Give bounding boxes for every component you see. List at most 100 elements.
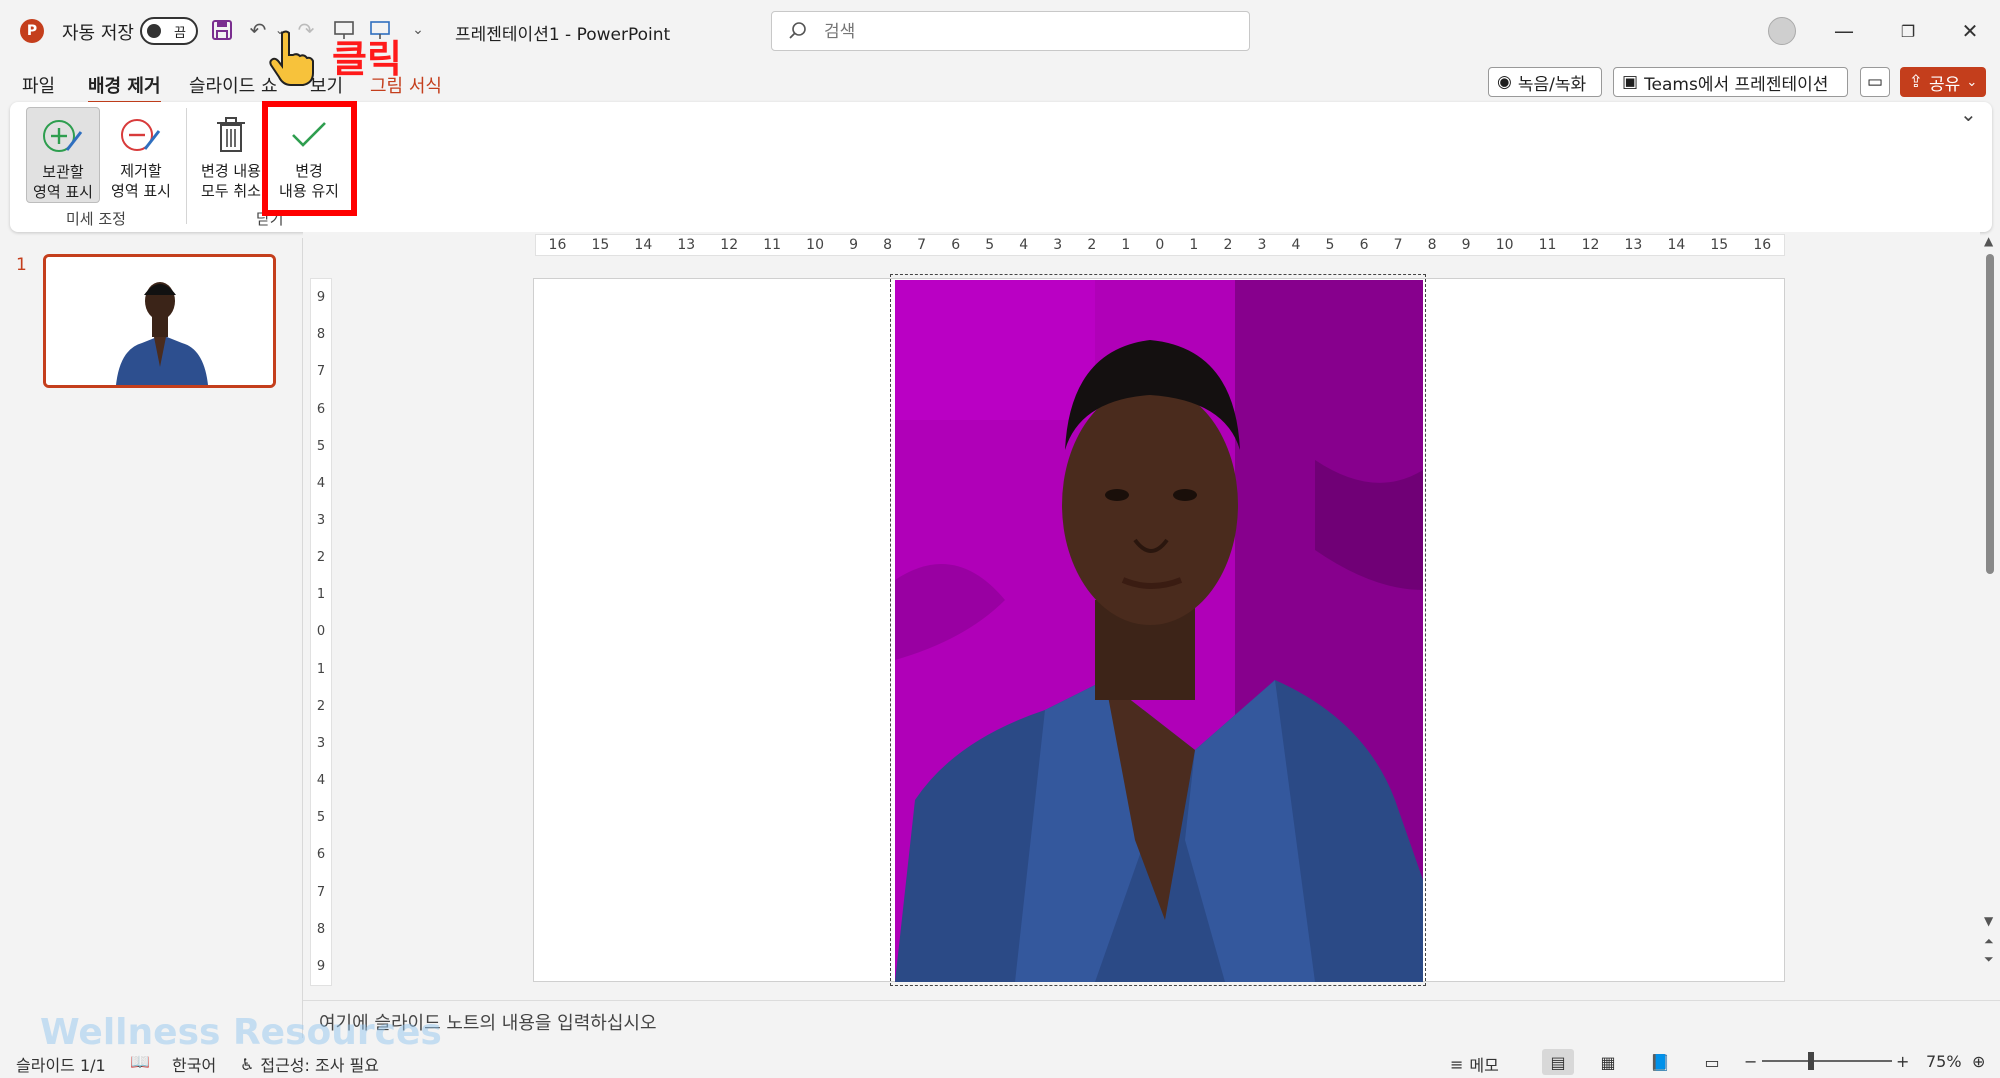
ruler-tick-label: 10: [1495, 237, 1514, 253]
minimize-icon[interactable]: —: [1824, 14, 1864, 48]
discard-all-label: 변경 내용 모두 취소: [201, 162, 261, 200]
previous-slide-icon[interactable]: ⏶: [1984, 934, 1994, 949]
next-slide-icon[interactable]: ⏷: [1984, 952, 1994, 967]
ruler-tick-label: 13: [1624, 237, 1643, 253]
restore-icon[interactable]: ❐: [1888, 14, 1928, 48]
annotation-text: 클릭: [332, 37, 402, 81]
teams-icon: ▣: [1622, 72, 1639, 92]
tab-background-removal[interactable]: 배경 제거: [88, 72, 161, 104]
teams-present-button[interactable]: ▣ Teams에서 프레젠테이션: [1613, 67, 1848, 97]
ruler-tick-label: 8: [883, 237, 893, 253]
zoom-slider[interactable]: [1762, 1060, 1892, 1062]
tab-file[interactable]: 파일: [22, 72, 55, 98]
ruler-tick-label: 1: [1121, 237, 1131, 253]
discard-all-changes-button[interactable]: 변경 내용 모두 취소: [194, 107, 268, 203]
ruler-tick-label: 3: [316, 513, 326, 529]
record-button[interactable]: ◉ 녹음/녹화: [1488, 67, 1602, 97]
ribbon-collapse-icon[interactable]: ⌄: [1960, 102, 1977, 126]
ruler-tick-label: 11: [763, 237, 782, 253]
record-label: 녹음/녹화: [1517, 74, 1587, 95]
ruler-tick-label: 7: [316, 884, 326, 900]
ruler-tick-label: 14: [634, 237, 653, 253]
status-bar: 슬라이드 1/1 📖 한국어 ♿ 접근성: 조사 필요 ≡ 메모 ▤ ▦ 📘 ▭…: [0, 1046, 2000, 1078]
ruler-tick-label: 3: [1053, 237, 1063, 253]
ruler-tick-label: 4: [1291, 237, 1301, 253]
language-status[interactable]: 한국어: [172, 1052, 216, 1076]
ruler-tick-label: 1: [316, 587, 326, 603]
group-label-refine: 미세 조정: [66, 210, 126, 228]
record-icon: ◉: [1497, 72, 1512, 92]
autosave-toggle[interactable]: 끔: [140, 17, 198, 45]
zoom-out-icon[interactable]: −: [1744, 1052, 1757, 1071]
ruler-tick-label: 15: [1710, 237, 1729, 253]
mark-remove-label: 제거할 영역 표시: [111, 162, 171, 200]
ruler-tick-label: 4: [316, 475, 326, 491]
ruler-tick-label: 12: [1581, 237, 1600, 253]
trash-icon: [217, 117, 245, 152]
comment-icon: ▭: [1866, 72, 1884, 92]
ruler-tick-label: 4: [1019, 237, 1029, 253]
vertical-scrollbar[interactable]: ▲ ▼ ⏶ ⏷: [1982, 234, 1998, 974]
ruler-tick-label: 2: [316, 550, 326, 566]
search-box[interactable]: [771, 11, 1250, 51]
ruler-tick-label: 0: [1155, 237, 1165, 253]
close-icon[interactable]: ✕: [1950, 14, 1990, 48]
ruler-tick-label: 14: [1667, 237, 1686, 253]
zoom-in-icon[interactable]: +: [1896, 1052, 1909, 1071]
ruler-tick-label: 7: [1393, 237, 1403, 253]
scrollbar-thumb[interactable]: [1986, 254, 1994, 574]
normal-view-icon[interactable]: ▤: [1542, 1049, 1574, 1075]
slide-thumbnail[interactable]: [43, 254, 276, 388]
mark-remove-icon: [121, 119, 161, 151]
slideshow-view-icon[interactable]: ▭: [1696, 1049, 1728, 1075]
accessibility-status[interactable]: ♿ 접근성: 조사 필요: [240, 1052, 379, 1076]
search-icon: [789, 22, 806, 39]
fit-slide-icon[interactable]: ⊕: [1972, 1052, 1985, 1071]
ruler-tick-label: 5: [316, 438, 326, 454]
mark-areas-to-keep-button[interactable]: 보관할 영역 표시: [26, 107, 100, 203]
share-button[interactable]: ⇪ 공유 ⌄: [1900, 67, 1986, 97]
reading-view-icon[interactable]: 📘: [1644, 1049, 1676, 1075]
user-avatar-icon[interactable]: [1768, 17, 1796, 45]
zoom-slider-thumb[interactable]: [1808, 1052, 1814, 1070]
slide-sorter-icon[interactable]: ▦: [1592, 1049, 1624, 1075]
ruler-tick-label: 11: [1538, 237, 1557, 253]
ruler-tick-label: 16: [1753, 237, 1772, 253]
zoom-level[interactable]: 75%: [1926, 1052, 1962, 1071]
scroll-up-icon[interactable]: ▲: [1984, 234, 1993, 248]
mark-areas-to-remove-button[interactable]: 제거할 영역 표시: [104, 107, 178, 203]
accessibility-icon: ♿: [240, 1054, 255, 1074]
ruler-tick-label: 8: [316, 921, 326, 937]
ruler-tick-label: 9: [1461, 237, 1471, 253]
ruler-tick-label: 7: [917, 237, 927, 253]
teams-label: Teams에서 프레젠테이션: [1644, 74, 1829, 95]
save-icon[interactable]: [208, 16, 236, 44]
ruler-tick-label: 4: [316, 773, 326, 789]
thumbnail-person-image: [46, 257, 273, 385]
group-separator: [186, 108, 187, 224]
mark-keep-icon: [43, 120, 83, 152]
ruler-tick-label: 2: [316, 698, 326, 714]
ruler-tick-label: 9: [316, 290, 326, 306]
share-icon: ⇪: [1908, 72, 1924, 92]
notes-pane[interactable]: 여기에 슬라이드 노트의 내용을 입력하십시오: [303, 1000, 2000, 1040]
ruler-tick-label: 2: [1087, 237, 1097, 253]
comments-button[interactable]: ▭: [1860, 67, 1890, 97]
ruler-tick-label: 12: [720, 237, 739, 253]
search-input[interactable]: [824, 20, 1224, 44]
notes-toggle[interactable]: ≡ 메모: [1450, 1052, 1499, 1076]
share-label: 공유: [1929, 74, 1961, 95]
spelling-icon[interactable]: 📖: [130, 1052, 150, 1071]
mark-keep-label: 보관할 영역 표시: [33, 163, 93, 201]
tab-slideshow[interactable]: 슬라이드 쇼: [189, 72, 278, 98]
ruler-tick-label: 6: [951, 237, 961, 253]
background-removal-picture[interactable]: [895, 280, 1423, 982]
notes-toggle-label: 메모: [1469, 1056, 1499, 1075]
toggle-knob: [147, 24, 161, 38]
ruler-tick-label: 2: [1223, 237, 1233, 253]
ruler-tick-label: 15: [591, 237, 610, 253]
customize-toolbar-icon[interactable]: ⌄: [404, 16, 432, 44]
horizontal-ruler: 16 15 14 13 12 11 10 9 8 7 6 5 4 3 2 1 0 1 2 3 4 5 6 7 8 9 10 11 12 1…: [535, 234, 1785, 256]
ruler-tick-label: 8: [1427, 237, 1437, 253]
scroll-down-icon[interactable]: ▼: [1984, 914, 1993, 928]
